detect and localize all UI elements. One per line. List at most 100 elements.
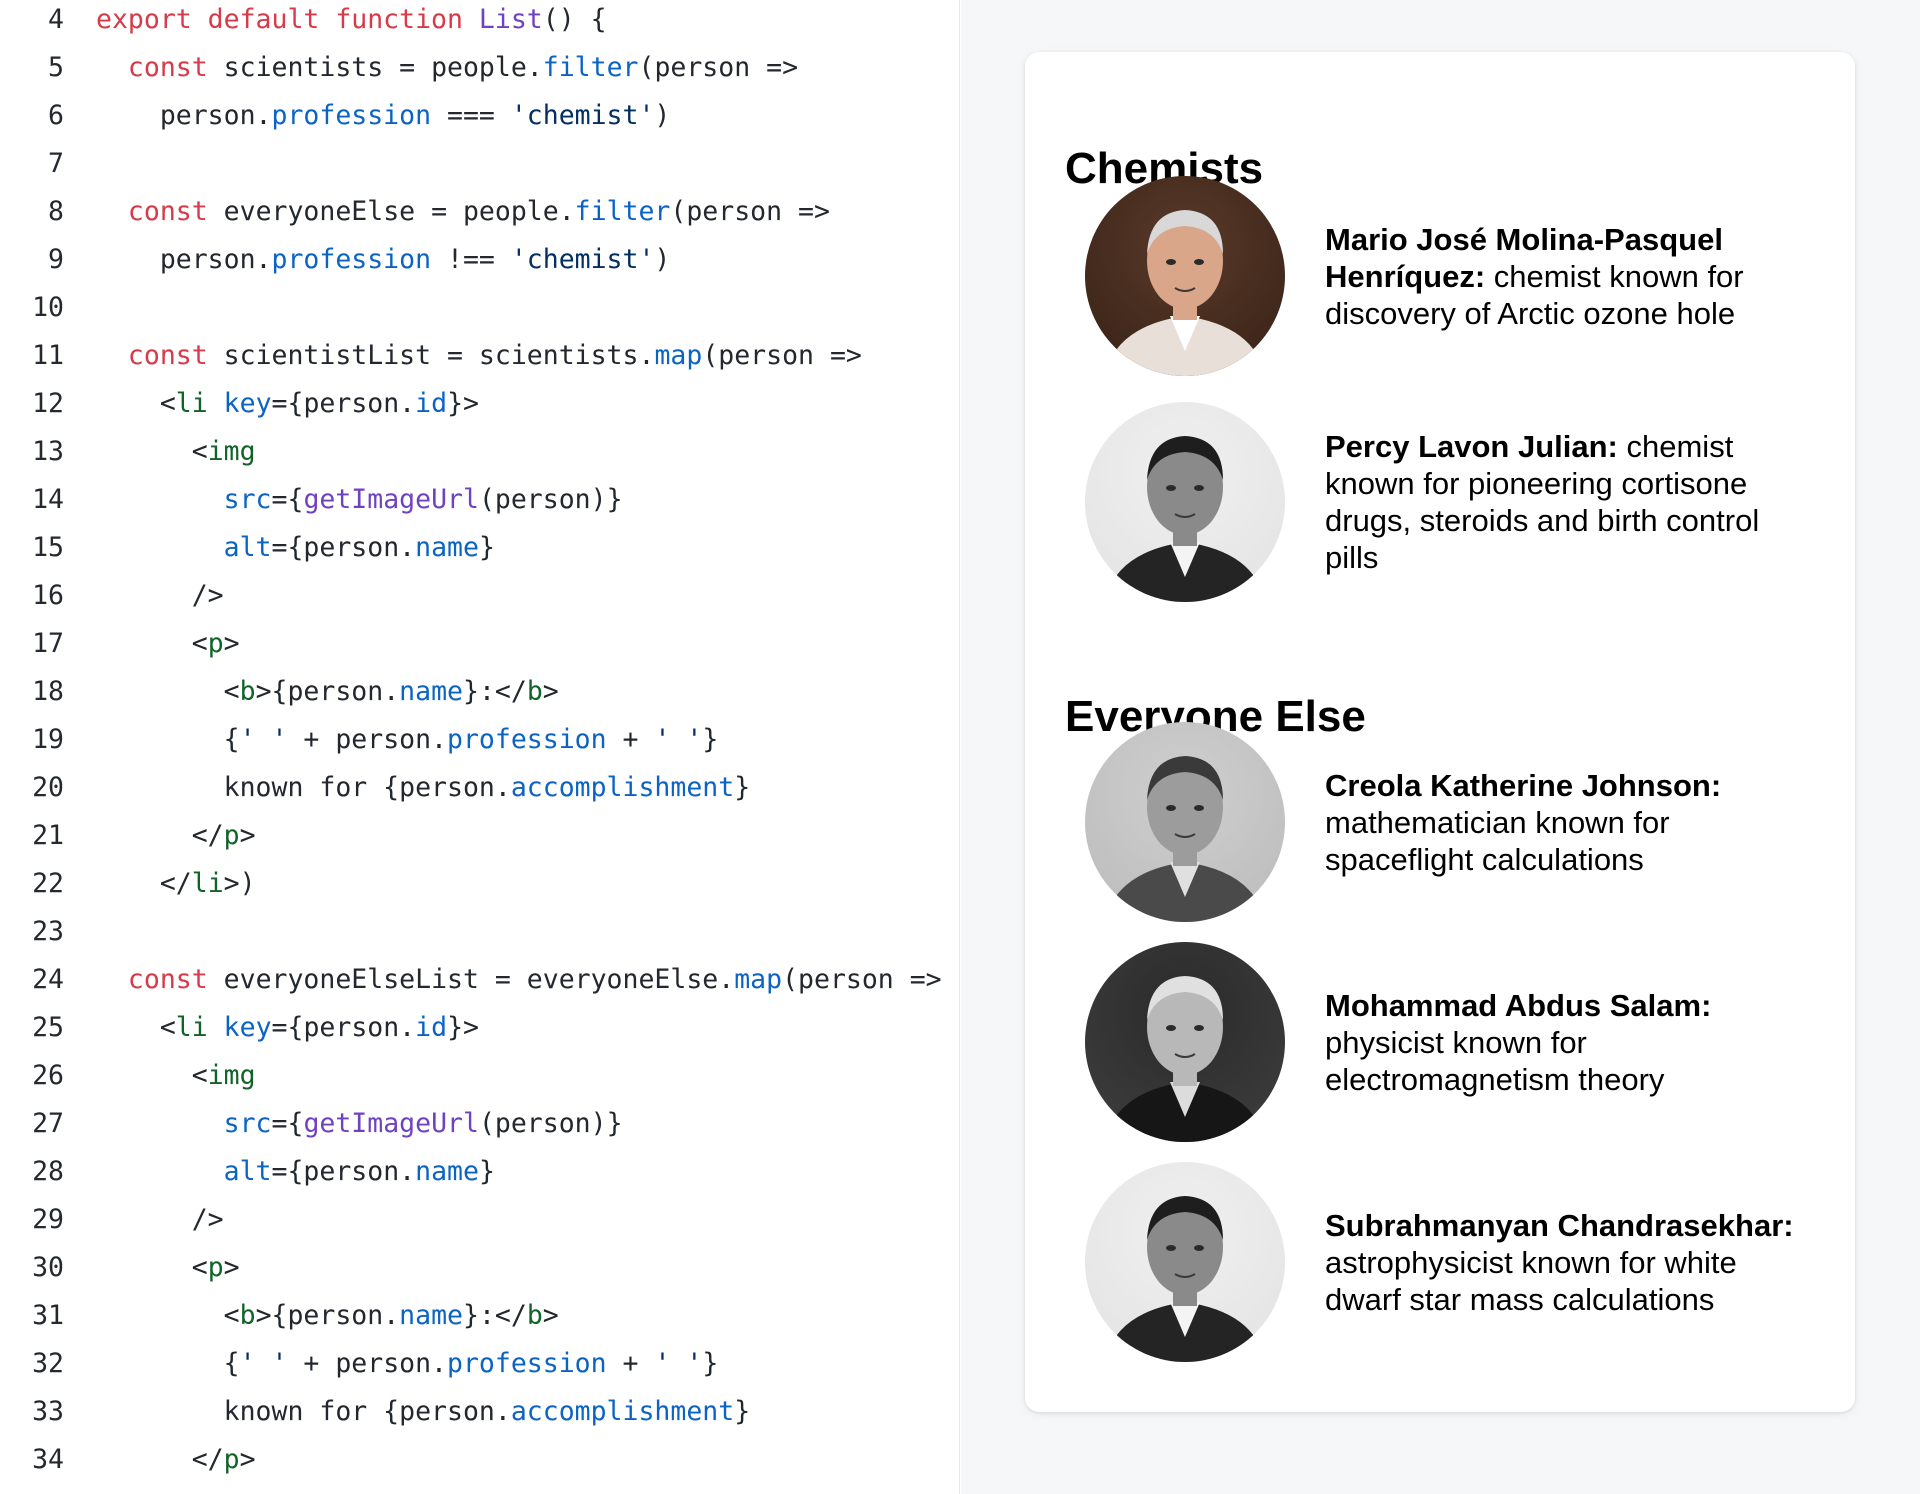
line-number: 11 [32, 340, 64, 371]
line-number: 13 [32, 436, 64, 467]
code-text[interactable]: alt={person.name} [64, 1152, 495, 1192]
code-text[interactable]: src={getImageUrl(person)} [64, 1104, 623, 1144]
code-text[interactable]: /> [64, 576, 224, 616]
code-text[interactable]: /> [64, 1200, 224, 1240]
line-number: 19 [32, 724, 64, 755]
code-line[interactable]: 12 <li key={person.id}> [0, 384, 959, 432]
line-number: 14 [32, 484, 64, 515]
code-line[interactable]: 19 {' ' + person.profession + ' '} [0, 720, 959, 768]
code-text[interactable]: <li key={person.id}> [64, 1008, 479, 1048]
code-line[interactable]: 21 </p> [0, 816, 959, 864]
line-number: 9 [48, 244, 64, 275]
line-number: 20 [32, 772, 64, 803]
code-text[interactable]: <p> [64, 624, 240, 664]
line-number: 8 [48, 196, 64, 227]
person-name: Subrahmanyan Chandrasekhar: [1325, 1207, 1794, 1243]
code-line[interactable]: 18 <b>{person.name}:</b> [0, 672, 959, 720]
code-line[interactable]: 33 known for {person.accomplishment} [0, 1392, 959, 1440]
code-text[interactable]: const everyoneElseList = everyoneElse.ma… [64, 960, 942, 1000]
code-line[interactable]: 30 <p> [0, 1248, 959, 1296]
code-line[interactable]: 15 alt={person.name} [0, 528, 959, 576]
code-lines[interactable]: 4 export default function List() {5 const… [0, 0, 959, 1488]
code-text[interactable]: const everyoneElse = people.filter(perso… [64, 192, 830, 232]
avatar [1085, 942, 1285, 1142]
code-line[interactable]: 6 person.profession === 'chemist') [0, 96, 959, 144]
line-number: 27 [32, 1108, 64, 1139]
code-text[interactable]: <b>{person.name}:</b> [64, 672, 559, 712]
code-text[interactable]: known for {person.accomplishment} [64, 768, 751, 808]
code-text[interactable]: <li key={person.id}> [64, 384, 479, 424]
code-line[interactable]: 32 {' ' + person.profession + ' '} [0, 1344, 959, 1392]
preview-pane: Chemists Mario José Molina-Pasquel Henrí… [961, 0, 1920, 1494]
code-line[interactable]: 28 alt={person.name} [0, 1152, 959, 1200]
list-item: Percy Lavon Julian: chemist known for pi… [1085, 402, 1855, 602]
code-text[interactable]: {' ' + person.profession + ' '} [64, 720, 719, 760]
code-text[interactable]: <img [64, 1056, 256, 1096]
line-number: 7 [48, 148, 64, 179]
code-line[interactable]: 5 const scientists = people.filter(perso… [0, 48, 959, 96]
code-text[interactable]: known for {person.accomplishment} [64, 1392, 751, 1432]
code-line[interactable]: 31 <b>{person.name}:</b> [0, 1296, 959, 1344]
code-text[interactable]: person.profession !== 'chemist') [64, 240, 671, 280]
code-text[interactable]: </p> [64, 816, 256, 856]
code-text[interactable]: alt={person.name} [64, 528, 495, 568]
code-line[interactable]: 20 known for {person.accomplishment} [0, 768, 959, 816]
code-text[interactable]: export default function List() { [64, 0, 607, 40]
code-text[interactable]: person.profession === 'chemist') [64, 96, 671, 136]
line-number: 6 [48, 100, 64, 131]
line-number: 26 [32, 1060, 64, 1091]
line-number: 30 [32, 1252, 64, 1283]
code-line[interactable]: 26 <img [0, 1056, 959, 1104]
code-line[interactable]: 17 <p> [0, 624, 959, 672]
person-bio: Mohammad Abdus Salam: physicist known fo… [1325, 987, 1795, 1098]
code-line[interactable]: 27 src={getImageUrl(person)} [0, 1104, 959, 1152]
code-text[interactable]: <img [64, 432, 256, 472]
person-bio: Percy Lavon Julian: chemist known for pi… [1325, 428, 1795, 576]
code-line[interactable]: 22 </li>) [0, 864, 959, 912]
code-text[interactable]: {' ' + person.profession + ' '} [64, 1344, 719, 1384]
line-number: 18 [32, 676, 64, 707]
list-item: Subrahmanyan Chandrasekhar: astrophysici… [1085, 1162, 1855, 1362]
avatar [1085, 176, 1285, 376]
person-name: Mohammad Abdus Salam: [1325, 987, 1712, 1023]
code-line[interactable]: 13 <img [0, 432, 959, 480]
code-text[interactable]: <p> [64, 1248, 240, 1288]
code-text[interactable]: src={getImageUrl(person)} [64, 480, 623, 520]
code-line[interactable]: 4 export default function List() { [0, 0, 959, 48]
code-line[interactable]: 29 /> [0, 1200, 959, 1248]
code-line[interactable]: 23 [0, 912, 959, 960]
line-number: 16 [32, 580, 64, 611]
person-description: astrophysicist known for white dwarf sta… [1325, 1244, 1737, 1317]
line-number: 23 [32, 916, 64, 947]
code-text[interactable]: const scientistList = scientists.map(per… [64, 336, 862, 376]
line-number: 12 [32, 388, 64, 419]
code-line[interactable]: 9 person.profession !== 'chemist') [0, 240, 959, 288]
line-number: 15 [32, 532, 64, 563]
code-line[interactable]: 11 const scientistList = scientists.map(… [0, 336, 959, 384]
avatar [1085, 1162, 1285, 1362]
line-number: 10 [32, 292, 64, 323]
line-number: 29 [32, 1204, 64, 1235]
person-name: Percy Lavon Julian: [1325, 429, 1618, 464]
avatar [1085, 722, 1285, 922]
code-text[interactable]: </p> [64, 1440, 256, 1480]
code-line[interactable]: 34 </p> [0, 1440, 959, 1488]
code-line[interactable]: 10 [0, 288, 959, 336]
code-text[interactable]: const scientists = people.filter(person … [64, 48, 798, 88]
line-number: 17 [32, 628, 64, 659]
person-description: physicist known for electromagnetism the… [1325, 1024, 1665, 1097]
line-number: 22 [32, 868, 64, 899]
code-line[interactable]: 25 <li key={person.id}> [0, 1008, 959, 1056]
preview-card: Chemists Mario José Molina-Pasquel Henrí… [1025, 52, 1855, 1412]
code-line[interactable]: 24 const everyoneElseList = everyoneElse… [0, 960, 959, 1008]
code-line[interactable]: 8 const everyoneElse = people.filter(per… [0, 192, 959, 240]
code-text[interactable]: <b>{person.name}:</b> [64, 1296, 559, 1336]
line-number: 32 [32, 1348, 64, 1379]
code-line[interactable]: 7 [0, 144, 959, 192]
code-line[interactable]: 14 src={getImageUrl(person)} [0, 480, 959, 528]
line-number: 33 [32, 1396, 64, 1427]
code-text[interactable]: </li>) [64, 864, 256, 904]
list-item: Creola Katherine Johnson: mathematician … [1085, 722, 1855, 922]
code-line[interactable]: 16 /> [0, 576, 959, 624]
code-editor[interactable]: 4 export default function List() {5 const… [0, 0, 960, 1494]
